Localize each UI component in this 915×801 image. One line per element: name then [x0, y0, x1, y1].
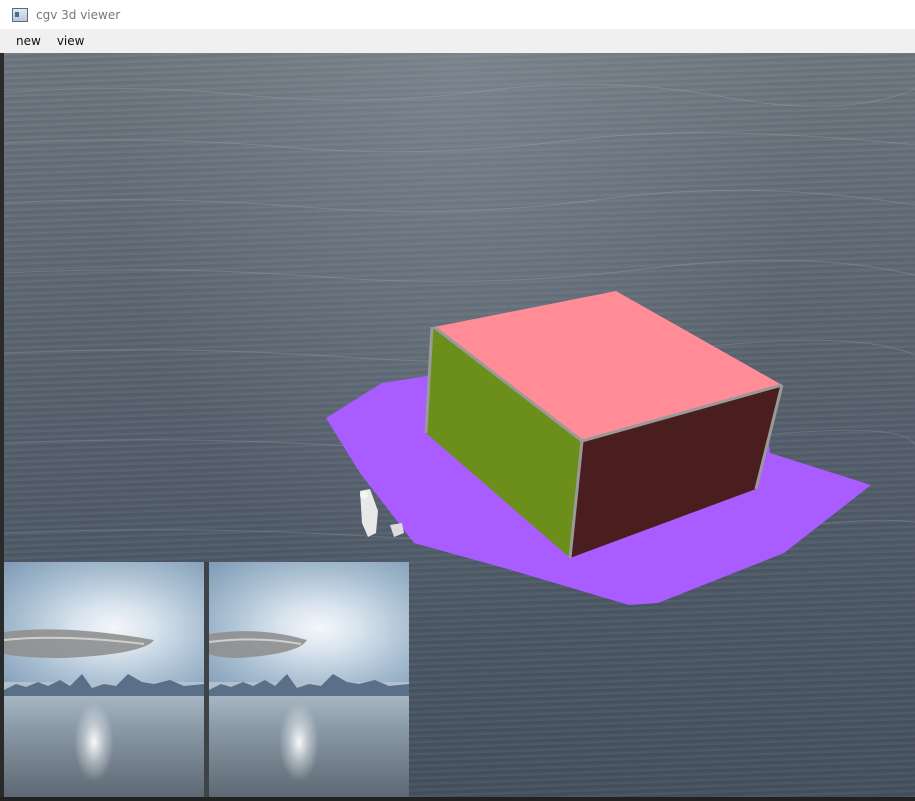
- eye-overlay: [4, 629, 204, 696]
- window-title: cgv 3d viewer: [36, 7, 121, 22]
- left-eye-view: [4, 562, 204, 797]
- right-eye-view: [209, 562, 409, 797]
- 3d-viewport[interactable]: [4, 53, 915, 797]
- app-window-icon: [12, 7, 28, 22]
- menu-item-view[interactable]: view: [49, 34, 93, 48]
- title-bar[interactable]: cgv 3d viewer: [0, 0, 915, 29]
- eye-overlay: [209, 631, 409, 696]
- app-window: cgv 3d viewer new view: [0, 0, 915, 801]
- menu-bar: new view: [0, 29, 915, 53]
- menu-item-new[interactable]: new: [8, 34, 49, 48]
- bottom-window-edge: [0, 797, 915, 801]
